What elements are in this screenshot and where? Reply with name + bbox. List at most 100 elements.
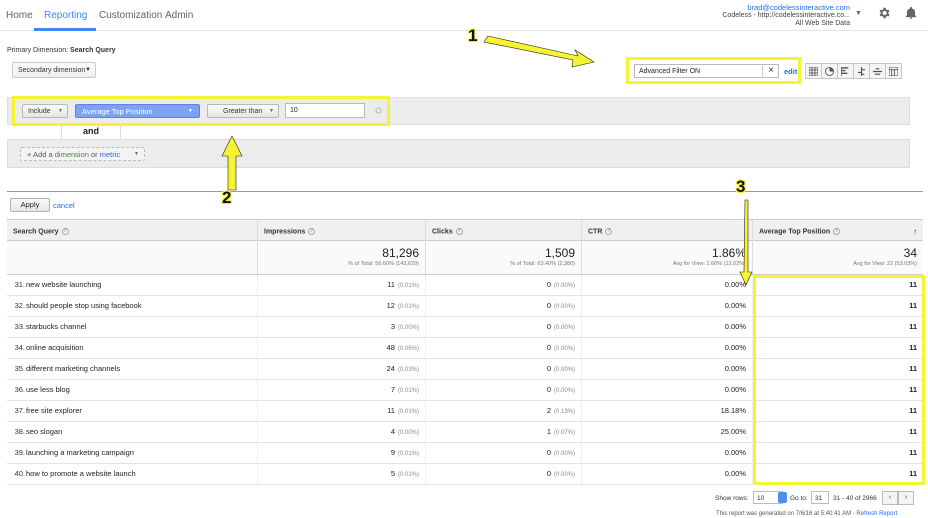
term-cloud-icon: [873, 67, 882, 75]
refresh-report-link[interactable]: Refresh Report: [856, 511, 897, 517]
query-text: should people stop using facebook: [26, 301, 142, 310]
clicks-cell: 0 (0.00%): [425, 443, 581, 463]
help-icon[interactable]: ?: [61, 228, 69, 235]
help-icon[interactable]: ?: [833, 228, 841, 235]
clicks-percent: (0.00%): [553, 388, 575, 394]
query-text: new website launching: [26, 280, 102, 289]
ctr-value: 0.00%: [724, 469, 746, 478]
ctr-cell: 0.00%: [581, 338, 752, 358]
show-rows-label: Show rows:: [715, 495, 749, 502]
goto-page-input[interactable]: 31: [811, 491, 829, 504]
impressions-percent: (0.01%): [397, 304, 419, 310]
add-dimension-or-metric-button[interactable]: + Add a dimension or metric ▼: [20, 147, 145, 161]
search-query-cell[interactable]: different marketing channels: [26, 359, 256, 379]
clicks-value: 0: [546, 364, 551, 373]
term-cloud-view-button[interactable]: [869, 63, 886, 79]
search-query-cell[interactable]: seo slogan: [26, 422, 256, 442]
totals-position: 34 Avg for View: 22 (53.03%): [752, 241, 923, 274]
sort-ascending-icon[interactable]: ↑: [913, 227, 917, 236]
pivot-icon: [889, 66, 898, 76]
pivot-view-button[interactable]: [885, 63, 902, 79]
add-prefix: + Add a: [27, 150, 55, 159]
header-ctr[interactable]: CTR?: [581, 220, 752, 241]
totals-row: 81,296 % of Total: 56.60% (143,629) 1,50…: [7, 241, 923, 275]
chevron-down-icon: ▼: [134, 151, 139, 157]
header-average-top-position[interactable]: Average Top Position? ↑: [752, 220, 923, 241]
impressions-percent: (0.01%): [397, 409, 419, 415]
impressions-cell: 48 (0.06%): [257, 338, 425, 358]
comparison-view-button[interactable]: [853, 63, 870, 79]
help-icon[interactable]: ?: [455, 228, 463, 235]
query-text: online acquisition: [26, 343, 84, 352]
row-index: 32.: [14, 301, 25, 310]
row-index: 33.: [14, 322, 25, 331]
clicks-value: 0: [546, 385, 551, 394]
header-label: Search Query: [13, 228, 59, 236]
prev-page-button[interactable]: ‹: [882, 491, 898, 505]
clicks-value: 1: [546, 427, 551, 436]
query-text: seo slogan: [26, 427, 63, 436]
impressions-value: 5: [390, 469, 395, 478]
search-query-cell[interactable]: free site explorer: [26, 401, 256, 421]
ctr-value: 18.18%: [720, 406, 746, 415]
clicks-percent: (0.07%): [553, 430, 575, 436]
account-selector[interactable]: brad@codelessinteractive.com Codeless - …: [722, 4, 850, 28]
impressions-cell: 7 (0.01%): [257, 380, 425, 400]
cancel-link[interactable]: cancel: [53, 201, 75, 210]
tab-customization[interactable]: Customization: [99, 10, 162, 21]
header-clicks[interactable]: Clicks?: [425, 220, 581, 241]
ctr-cell: 0.00%: [581, 359, 752, 379]
search-query-cell[interactable]: use less blog: [26, 380, 256, 400]
search-query-cell[interactable]: how to promote a website launch: [26, 464, 256, 484]
impressions-percent: (0.01%): [397, 472, 419, 478]
impressions-cell: 24 (0.03%): [257, 359, 425, 379]
search-query-cell[interactable]: launching a marketing campaign: [26, 443, 256, 463]
ctr-value: 25.00%: [720, 427, 746, 436]
impressions-value: 24: [386, 364, 395, 373]
header-search-query[interactable]: Search Query?: [7, 220, 257, 241]
clicks-value: 0: [546, 322, 551, 331]
total-subtext: Avg for View: 1.66% (12.02%): [672, 261, 746, 267]
impressions-cell: 11 (0.01%): [257, 275, 425, 295]
clicks-value: 0: [546, 301, 551, 310]
clicks-cell: 0 (0.00%): [425, 464, 581, 484]
notification-bell-icon[interactable]: [904, 6, 918, 20]
totals-ctr: 1.86% Avg for View: 1.66% (12.02%): [581, 241, 752, 274]
ctr-value: 0.00%: [724, 385, 746, 394]
search-query-cell[interactable]: new website launching: [26, 275, 256, 295]
impressions-value: 4: [390, 427, 395, 436]
secondary-dimension-dropdown[interactable]: Secondary dimension ▼: [12, 62, 96, 78]
query-text: starbucks channel: [26, 322, 87, 331]
performance-view-button[interactable]: [837, 63, 854, 79]
tab-reporting[interactable]: Reporting: [44, 10, 87, 21]
primary-dimension-label: Primary Dimension:: [7, 47, 69, 54]
tab-admin[interactable]: Admin: [165, 10, 193, 21]
clicks-percent: (0.00%): [553, 325, 575, 331]
help-icon[interactable]: ?: [308, 228, 316, 235]
search-query-cell[interactable]: should people stop using facebook: [26, 296, 256, 316]
analytics-page: Home Reporting Customization Admin brad@…: [0, 0, 928, 518]
rows-spinner-icon[interactable]: [778, 492, 787, 503]
table-header: Search Query? Impressions? Clicks? CTR? …: [7, 219, 923, 241]
header-label: Average Top Position: [759, 228, 831, 236]
search-query-cell[interactable]: online acquisition: [26, 338, 256, 358]
totals-label-cell: [7, 241, 257, 274]
total-value: 34: [903, 246, 917, 260]
primary-dimension-value[interactable]: Search Query: [70, 47, 116, 54]
row-index: 37.: [14, 406, 25, 415]
search-query-cell[interactable]: starbucks channel: [26, 317, 256, 337]
table-view-button[interactable]: [805, 63, 822, 79]
help-icon[interactable]: ?: [605, 228, 613, 235]
next-page-button[interactable]: ›: [898, 491, 914, 505]
ctr-cell: 0.00%: [581, 317, 752, 337]
impressions-percent: (0.01%): [397, 388, 419, 394]
tab-home[interactable]: Home: [6, 10, 33, 21]
pie-view-button[interactable]: [821, 63, 838, 79]
chevron-down-icon[interactable]: ▼: [855, 10, 862, 17]
apply-button[interactable]: Apply: [10, 198, 50, 212]
header-impressions[interactable]: Impressions?: [257, 220, 425, 241]
total-subtext: % of Total: 63.40% (2,380): [510, 261, 575, 267]
gear-icon[interactable]: [877, 6, 891, 20]
row-index: 38.: [14, 427, 25, 436]
query-text: launching a marketing campaign: [26, 448, 134, 457]
